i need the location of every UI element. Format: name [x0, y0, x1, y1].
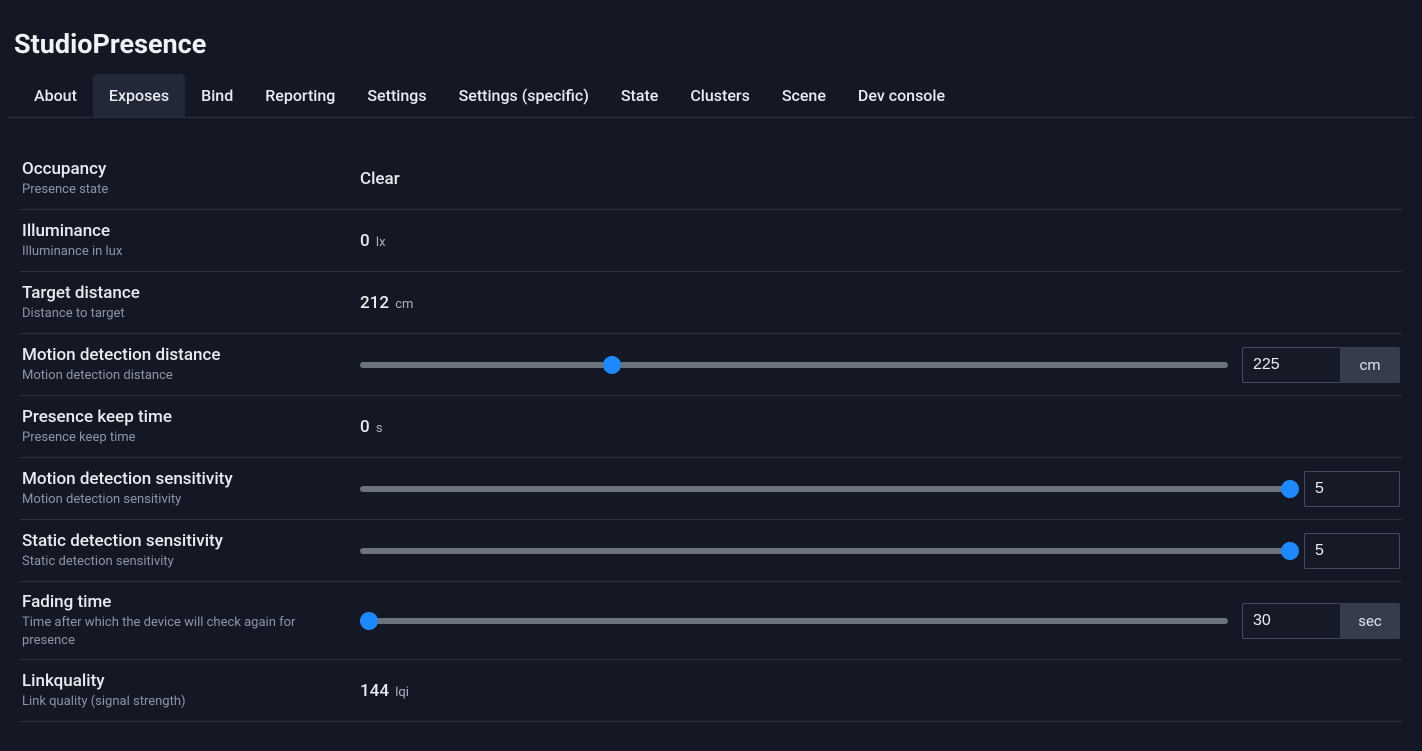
linkquality-title: Linkquality [22, 671, 348, 691]
motion-detection-distance-input[interactable] [1242, 347, 1340, 383]
presence-keep-time-number: 0 [360, 417, 370, 437]
motion-detection-distance-slider[interactable] [360, 356, 1228, 374]
illuminance-unit: lx [376, 235, 386, 250]
tab-exposes[interactable]: Exposes [93, 74, 185, 117]
slider-thumb[interactable] [1281, 542, 1299, 560]
tab-bind[interactable]: Bind [185, 74, 249, 117]
presence-keep-time-unit: s [376, 421, 383, 436]
slider-thumb[interactable] [603, 356, 621, 374]
tab-about[interactable]: About [18, 74, 93, 117]
motion-detection-distance-desc: Motion detection distance [22, 367, 348, 385]
static-detection-sensitivity-slider[interactable] [360, 542, 1290, 560]
static-detection-sensitivity-input[interactable] [1304, 533, 1400, 569]
fading-time-title: Fading time [22, 592, 348, 612]
linkquality-unit: lqi [395, 685, 409, 700]
occupancy-title: Occupancy [22, 159, 348, 179]
tabs: About Exposes Bind Reporting Settings Se… [10, 74, 1412, 117]
target-distance-value: 212 cm [360, 293, 413, 313]
linkquality-desc: Link quality (signal strength) [22, 693, 348, 711]
illuminance-title: Illuminance [22, 221, 348, 241]
row-fading-time: Fading time Time after which the device … [20, 582, 1402, 660]
motion-detection-sensitivity-title: Motion detection sensitivity [22, 469, 348, 489]
slider-track [360, 548, 1290, 554]
tab-settings-specific[interactable]: Settings (specific) [443, 74, 605, 117]
tab-dev-console[interactable]: Dev console [842, 74, 961, 117]
row-illuminance: Illuminance Illuminance in lux 0 lx [20, 210, 1402, 272]
row-motion-detection-sensitivity: Motion detection sensitivity Motion dete… [20, 458, 1402, 520]
motion-detection-sensitivity-input[interactable] [1304, 471, 1400, 507]
slider-track [360, 618, 1228, 624]
row-target-distance: Target distance Distance to target 212 c… [20, 272, 1402, 334]
linkquality-number: 144 [360, 681, 389, 701]
static-detection-sensitivity-desc: Static detection sensitivity [22, 553, 348, 571]
motion-detection-sensitivity-desc: Motion detection sensitivity [22, 491, 348, 509]
tab-scene[interactable]: Scene [766, 74, 842, 117]
tab-state[interactable]: State [605, 74, 675, 117]
illuminance-desc: Illuminance in lux [22, 243, 348, 261]
slider-thumb[interactable] [360, 612, 378, 630]
presence-keep-time-desc: Presence keep time [22, 429, 348, 447]
presence-keep-time-title: Presence keep time [22, 407, 348, 427]
tab-reporting[interactable]: Reporting [249, 74, 351, 117]
presence-keep-time-value: 0 s [360, 417, 383, 437]
fading-time-unit: sec [1340, 603, 1400, 639]
slider-thumb[interactable] [1281, 480, 1299, 498]
static-detection-sensitivity-title: Static detection sensitivity [22, 531, 348, 551]
fading-time-desc: Time after which the device will check a… [22, 614, 348, 649]
target-distance-unit: cm [395, 297, 413, 312]
slider-track [360, 486, 1290, 492]
occupancy-value: Clear [360, 169, 400, 189]
motion-detection-distance-unit: cm [1340, 347, 1400, 383]
exposes-panel: Occupancy Presence state Clear Illuminan… [8, 117, 1414, 732]
page-title: StudioPresence [10, 28, 1412, 74]
target-distance-number: 212 [360, 293, 389, 313]
row-presence-keep-time: Presence keep time Presence keep time 0 … [20, 396, 1402, 458]
row-motion-detection-distance: Motion detection distance Motion detecti… [20, 334, 1402, 396]
illuminance-number: 0 [360, 231, 370, 251]
fading-time-input[interactable] [1242, 603, 1340, 639]
fading-time-slider[interactable] [360, 612, 1228, 630]
slider-track [360, 362, 1228, 368]
tab-clusters[interactable]: Clusters [674, 74, 765, 117]
illuminance-value: 0 lx [360, 231, 386, 251]
target-distance-title: Target distance [22, 283, 348, 303]
tab-settings[interactable]: Settings [351, 74, 442, 117]
linkquality-value: 144 lqi [360, 681, 409, 701]
motion-detection-distance-title: Motion detection distance [22, 345, 348, 365]
row-static-detection-sensitivity: Static detection sensitivity Static dete… [20, 520, 1402, 582]
row-occupancy: Occupancy Presence state Clear [20, 148, 1402, 210]
occupancy-desc: Presence state [22, 181, 348, 199]
target-distance-desc: Distance to target [22, 305, 348, 323]
row-linkquality: Linkquality Link quality (signal strengt… [20, 660, 1402, 722]
motion-detection-sensitivity-slider[interactable] [360, 480, 1290, 498]
